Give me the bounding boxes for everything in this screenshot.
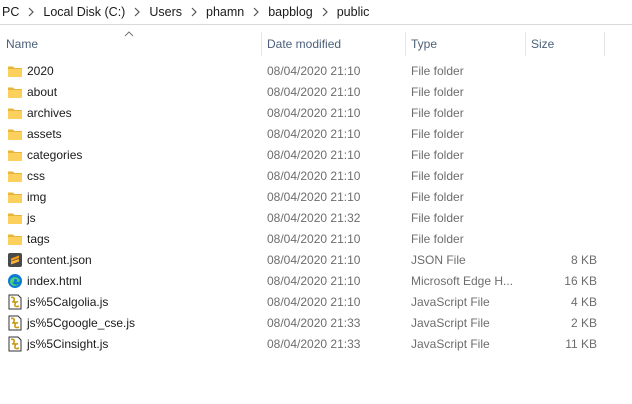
file-name: tags [27, 232, 50, 246]
file-row[interactable]: img 08/04/2020 21:10 File folder [0, 187, 632, 208]
chevron-right-icon[interactable] [127, 0, 147, 24]
file-row[interactable]: tags 08/04/2020 21:10 File folder [0, 229, 632, 250]
breadcrumb-item-pc[interactable]: PC [0, 5, 21, 19]
file-date-modified: 08/04/2020 21:10 [267, 190, 361, 204]
file-name: about [27, 85, 58, 99]
file-date-modified: 08/04/2020 21:10 [267, 106, 361, 120]
file-date-modified: 08/04/2020 21:10 [267, 85, 361, 99]
file-size: 2 KB [570, 316, 597, 330]
breadcrumb-item-phamn[interactable]: phamn [204, 5, 246, 19]
script-file-icon [7, 315, 23, 331]
file-name: css [27, 169, 45, 183]
file-name: 2020 [27, 64, 54, 78]
file-type: JavaScript File [411, 295, 490, 309]
breadcrumb: PC Local Disk (C:) Users phamn bapblog p… [0, 0, 371, 24]
file-row[interactable]: js%5Calgolia.js 08/04/2020 21:10 JavaScrip… [0, 292, 632, 313]
folder-icon [7, 126, 23, 142]
file-name: js%5Calgolia.js [27, 295, 109, 309]
folder-icon [7, 189, 23, 205]
column-header-size[interactable]: Size [531, 30, 603, 58]
file-date-modified: 08/04/2020 21:10 [267, 232, 361, 246]
file-date-modified: 08/04/2020 21:10 [267, 127, 361, 141]
file-name: assets [27, 127, 62, 141]
file-date-modified: 08/04/2020 21:10 [267, 64, 361, 78]
chevron-right-icon[interactable] [21, 0, 41, 24]
address-bar[interactable]: PC Local Disk (C:) Users phamn bapblog p… [0, 0, 632, 25]
file-name: index.html [27, 274, 82, 288]
file-date-modified: 08/04/2020 21:10 [267, 295, 361, 309]
breadcrumb-item-bapblog[interactable]: bapblog [266, 5, 315, 19]
file-row[interactable]: js%5Cinsight.js 08/04/2020 21:33 JavaScrip… [0, 334, 632, 355]
file-name: js%5Cinsight.js [27, 337, 109, 351]
folder-icon [7, 105, 23, 121]
column-header-type[interactable]: Type [411, 30, 523, 58]
file-name: archives [27, 106, 72, 120]
file-name: content.json [27, 253, 92, 267]
file-size: 16 KB [564, 274, 597, 288]
file-type: File folder [411, 85, 464, 99]
file-date-modified: 08/04/2020 21:10 [267, 253, 361, 267]
file-date-modified: 08/04/2020 21:32 [267, 211, 361, 225]
chevron-right-icon[interactable] [315, 0, 335, 24]
folder-icon [7, 231, 23, 247]
script-file-icon [7, 336, 23, 352]
file-row[interactable]: index.html 08/04/2020 21:10 Microsoft Edge… [0, 271, 632, 292]
file-name: categories [27, 148, 83, 162]
file-type: File folder [411, 232, 464, 246]
file-type: JSON File [411, 253, 466, 267]
file-type: File folder [411, 190, 464, 204]
folder-icon [7, 84, 23, 100]
chevron-right-icon[interactable] [246, 0, 266, 24]
file-type: File folder [411, 127, 464, 141]
file-type: JavaScript File [411, 316, 490, 330]
file-type: File folder [411, 148, 464, 162]
column-header-date-modified[interactable]: Date modified [267, 30, 403, 58]
script-file-icon [7, 294, 23, 310]
file-size: 11 KB [565, 337, 597, 351]
edge-icon [7, 273, 23, 289]
column-divider[interactable] [261, 32, 262, 56]
breadcrumb-item-public[interactable]: public [335, 5, 372, 19]
column-divider[interactable] [525, 32, 526, 56]
file-row[interactable]: assets 08/04/2020 21:10 File folder [0, 124, 632, 145]
file-size: 8 KB [570, 253, 597, 267]
file-date-modified: 08/04/2020 21:33 [267, 316, 361, 330]
file-date-modified: 08/04/2020 21:10 [267, 148, 361, 162]
file-type: Microsoft Edge H... [411, 274, 514, 288]
file-size: 4 KB [570, 295, 597, 309]
file-name: img [27, 190, 47, 204]
file-type: File folder [411, 106, 464, 120]
file-row[interactable]: archives 08/04/2020 21:10 File folder [0, 103, 632, 124]
folder-icon [7, 147, 23, 163]
file-date-modified: 08/04/2020 21:33 [267, 337, 361, 351]
file-date-modified: 08/04/2020 21:10 [267, 169, 361, 183]
column-divider[interactable] [405, 32, 406, 56]
folder-icon [7, 168, 23, 184]
sublime-text-icon [7, 252, 23, 268]
chevron-right-icon[interactable] [184, 0, 204, 24]
column-header-row: Name Date modified Type Size [0, 30, 632, 58]
breadcrumb-item-local-disk[interactable]: Local Disk (C:) [41, 5, 127, 19]
file-row[interactable]: categories 08/04/2020 21:10 File folder [0, 145, 632, 166]
file-date-modified: 08/04/2020 21:10 [267, 274, 361, 288]
file-type: File folder [411, 64, 464, 78]
file-row[interactable]: js 08/04/2020 21:32 File folder [0, 208, 632, 229]
breadcrumb-item-users[interactable]: Users [147, 5, 184, 19]
file-row[interactable]: about 08/04/2020 21:10 File folder [0, 82, 632, 103]
file-row[interactable]: content.json 08/04/2020 21:10 JSON File 8 K… [0, 250, 632, 271]
file-type: File folder [411, 169, 464, 183]
file-list: 2020 08/04/2020 21:10 File folder about 08/… [0, 61, 632, 355]
file-row[interactable]: 2020 08/04/2020 21:10 File folder [0, 61, 632, 82]
file-row[interactable]: css 08/04/2020 21:10 File folder [0, 166, 632, 187]
folder-icon [7, 210, 23, 226]
file-name: js [27, 211, 36, 225]
folder-icon [7, 63, 23, 79]
column-header-name[interactable]: Name [6, 30, 260, 58]
column-divider[interactable] [604, 32, 605, 56]
file-row[interactable]: js%5Cgoogle_cse.js 08/04/2020 21:33 JavaSc… [0, 313, 632, 334]
file-name: js%5Cgoogle_cse.js [27, 316, 136, 330]
file-type: File folder [411, 211, 464, 225]
file-type: JavaScript File [411, 337, 490, 351]
